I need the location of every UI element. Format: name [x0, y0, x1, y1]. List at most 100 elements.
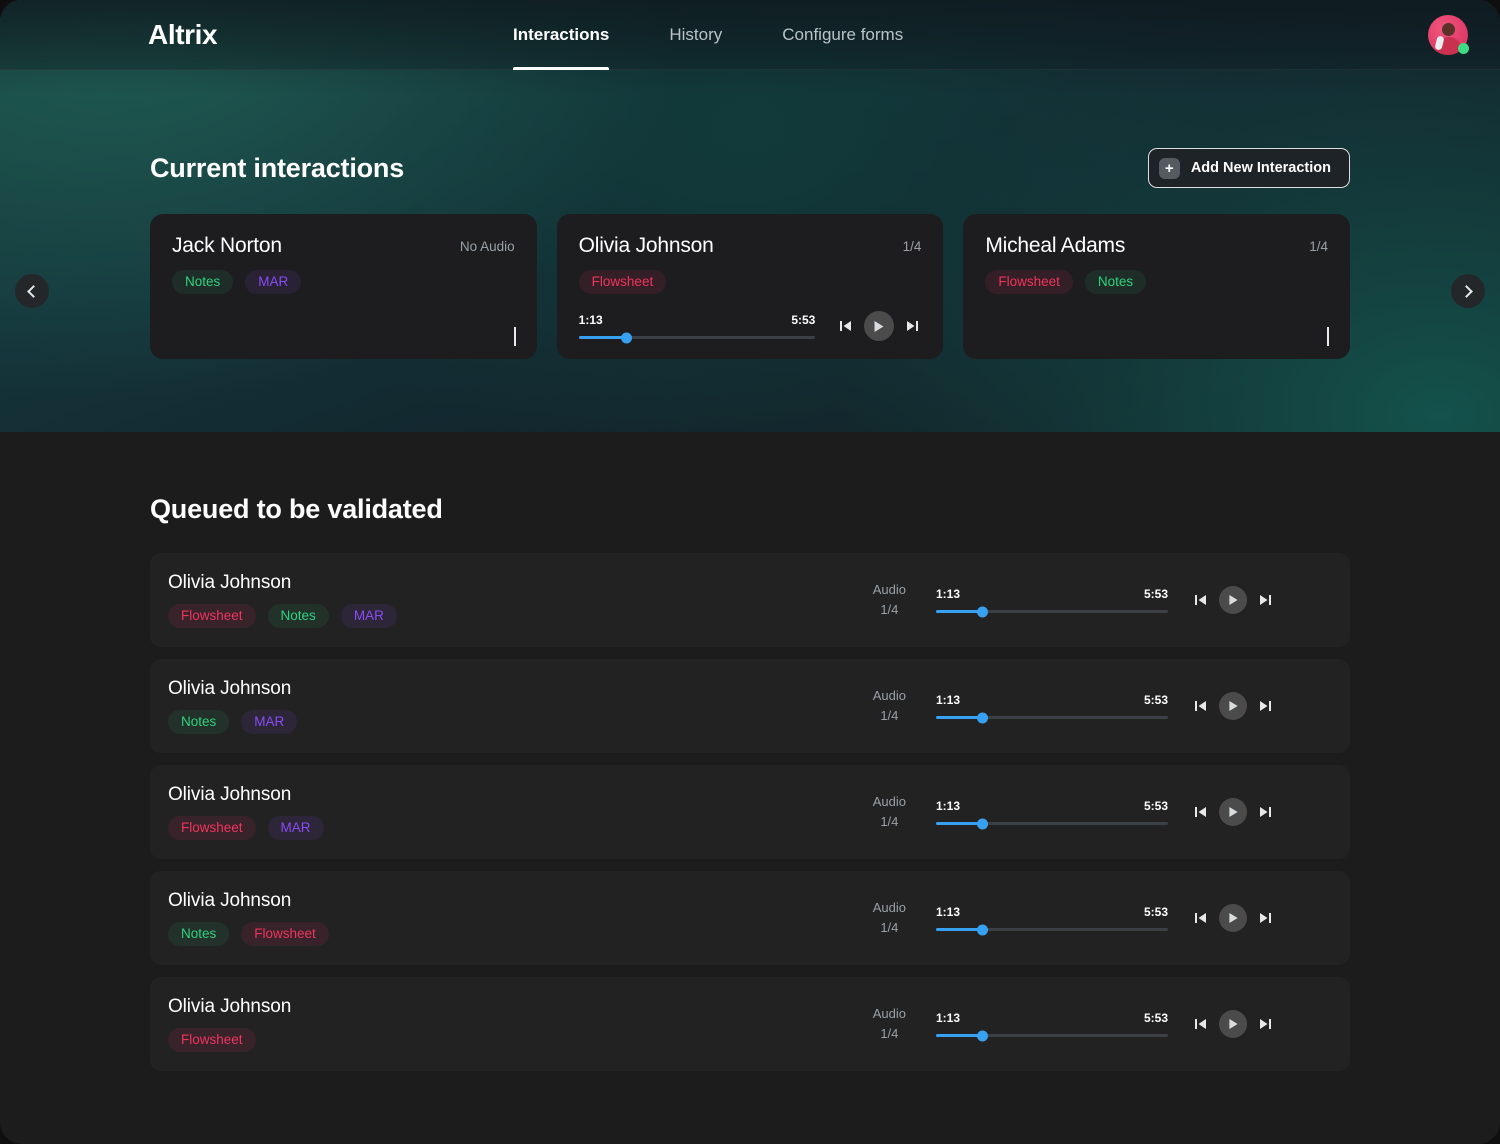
table-row[interactable]: Olivia Johnson Flowsheet MAR Audio 1/4 1… [150, 765, 1350, 859]
current-time-label: 1:13 [936, 693, 961, 707]
tag-flowsheet[interactable]: Flowsheet [168, 604, 256, 628]
interaction-card[interactable]: Olivia Johnson 1/4 Flowsheet 1:13 5:53 [556, 214, 944, 359]
current-time-label: 1:13 [936, 799, 961, 813]
audio-player: 1:13 5:53 [936, 1010, 1326, 1041]
seek-bar[interactable] [936, 712, 1168, 723]
skip-previous-icon[interactable] [1192, 910, 1208, 926]
tag-notes[interactable]: Notes [168, 710, 230, 734]
tag-flowsheet[interactable]: Flowsheet [985, 270, 1073, 294]
seek-bar[interactable] [936, 818, 1168, 829]
seek-time-labels: 1:13 5:53 [936, 799, 1168, 813]
row-audio-count: 1/4 [880, 1026, 899, 1041]
row-audio-label: Audio [872, 687, 906, 703]
play-button[interactable] [1219, 586, 1247, 614]
tag-flowsheet[interactable]: Flowsheet [168, 1028, 256, 1052]
play-button[interactable] [1219, 904, 1247, 932]
tag-flowsheet[interactable]: Flowsheet [168, 816, 256, 840]
tag-mar[interactable]: MAR [340, 604, 397, 628]
tag-flowsheet[interactable]: Flowsheet [241, 922, 329, 946]
card-tag-list: Notes MAR [172, 270, 515, 294]
card-patient-name: Olivia Johnson [578, 234, 714, 257]
seek-bar[interactable] [578, 332, 816, 343]
tag-mar[interactable]: MAR [245, 270, 302, 294]
card-open-button[interactable] [1327, 327, 1332, 346]
avatar-head-shape [1442, 22, 1455, 36]
total-time-label: 5:53 [1143, 693, 1168, 707]
row-info: Olivia Johnson Notes MAR [168, 678, 468, 734]
tag-notes[interactable]: Notes [267, 604, 329, 628]
seek-handle[interactable] [976, 606, 988, 617]
tab-configure-forms[interactable]: Configure forms [782, 0, 903, 70]
seek-bar[interactable] [936, 924, 1168, 935]
row-patient-name: Olivia Johnson [168, 784, 292, 806]
current-time-label: 1:13 [936, 587, 961, 601]
play-button[interactable] [864, 311, 895, 341]
card-header: Jack Norton No Audio [172, 234, 515, 258]
tab-history[interactable]: History [669, 0, 722, 70]
seek-handle[interactable] [976, 924, 988, 935]
seek-bar[interactable] [936, 1030, 1168, 1041]
seek-area: 1:13 5:53 [578, 313, 816, 343]
add-new-interaction-label: Add New Interaction [1190, 160, 1331, 176]
seek-handle[interactable] [976, 1030, 988, 1041]
seek-time-labels: 1:13 5:53 [579, 313, 816, 327]
play-button[interactable] [1219, 1010, 1247, 1038]
plus-icon: + [1158, 157, 1180, 179]
table-row[interactable]: Olivia Johnson Notes MAR Audio 1/4 1:13 [150, 659, 1350, 753]
tag-mar[interactable]: MAR [267, 816, 324, 840]
card-audio-count: 1/4 [902, 239, 922, 254]
play-button[interactable] [1219, 692, 1247, 720]
table-row[interactable]: Olivia Johnson Flowsheet Audio 1/4 1:13 … [150, 977, 1350, 1071]
add-new-interaction-button[interactable]: + Add New Interaction [1147, 148, 1350, 188]
skip-previous-icon[interactable] [1192, 592, 1208, 608]
tag-notes[interactable]: Notes [168, 922, 230, 946]
interaction-card[interactable]: Jack Norton No Audio Notes MAR [150, 214, 537, 359]
card-tag-list: Flowsheet Notes [985, 270, 1328, 294]
playback-controls [1192, 904, 1274, 932]
skip-previous-icon[interactable] [1192, 698, 1208, 714]
skip-next-icon[interactable] [1258, 1016, 1274, 1032]
seek-time-labels: 1:13 5:53 [936, 693, 1168, 707]
skip-next-icon[interactable] [1258, 698, 1274, 714]
current-time-label: 1:13 [936, 1011, 961, 1025]
carousel-prev-button[interactable] [15, 274, 49, 308]
row-patient-name: Olivia Johnson [168, 890, 292, 912]
skip-next-icon[interactable] [1258, 804, 1274, 820]
current-time-label: 1:13 [936, 905, 961, 919]
tag-flowsheet[interactable]: Flowsheet [578, 270, 667, 294]
play-button[interactable] [1219, 798, 1247, 826]
row-audio-meta: Audio 1/4 [873, 686, 906, 726]
seek-time-labels: 1:13 5:53 [936, 1011, 1168, 1025]
audio-player: 1:13 5:53 [936, 586, 1326, 617]
table-row[interactable]: Olivia Johnson Notes Flowsheet Audio 1/4… [150, 871, 1350, 965]
skip-next-icon[interactable] [905, 318, 921, 334]
card-open-button[interactable] [513, 327, 519, 346]
skip-previous-icon[interactable] [837, 318, 853, 334]
tag-notes[interactable]: Notes [1084, 270, 1147, 294]
seek-handle[interactable] [976, 818, 988, 829]
seek-progress-fill [578, 336, 626, 339]
tag-notes[interactable]: Notes [172, 270, 234, 294]
user-avatar-wrapper[interactable] [1428, 14, 1469, 55]
table-row[interactable]: Olivia Johnson Flowsheet Notes MAR Audio… [150, 553, 1350, 647]
row-audio-count: 1/4 [880, 920, 899, 935]
skip-previous-icon[interactable] [1192, 1016, 1208, 1032]
interaction-card[interactable]: Micheal Adams 1/4 Flowsheet Notes [963, 214, 1351, 359]
seek-bar[interactable] [936, 606, 1168, 617]
skip-next-icon[interactable] [1258, 592, 1274, 608]
carousel-next-button[interactable] [1451, 274, 1485, 308]
seek-area: 1:13 5:53 [936, 1011, 1168, 1041]
playback-controls [1192, 586, 1274, 614]
seek-area: 1:13 5:53 [936, 905, 1168, 935]
seek-handle[interactable] [620, 332, 632, 343]
seek-handle[interactable] [976, 712, 988, 723]
tag-mar[interactable]: MAR [241, 710, 298, 734]
card-tag-list: Flowsheet [578, 270, 922, 294]
tab-interactions[interactable]: Interactions [513, 0, 610, 70]
skip-previous-icon[interactable] [1192, 804, 1208, 820]
playback-controls [1192, 1010, 1274, 1038]
row-info: Olivia Johnson Flowsheet [168, 996, 468, 1052]
skip-next-icon[interactable] [1258, 910, 1274, 926]
card-header: Micheal Adams 1/4 [985, 234, 1328, 258]
row-audio-meta: Audio 1/4 [873, 898, 906, 938]
